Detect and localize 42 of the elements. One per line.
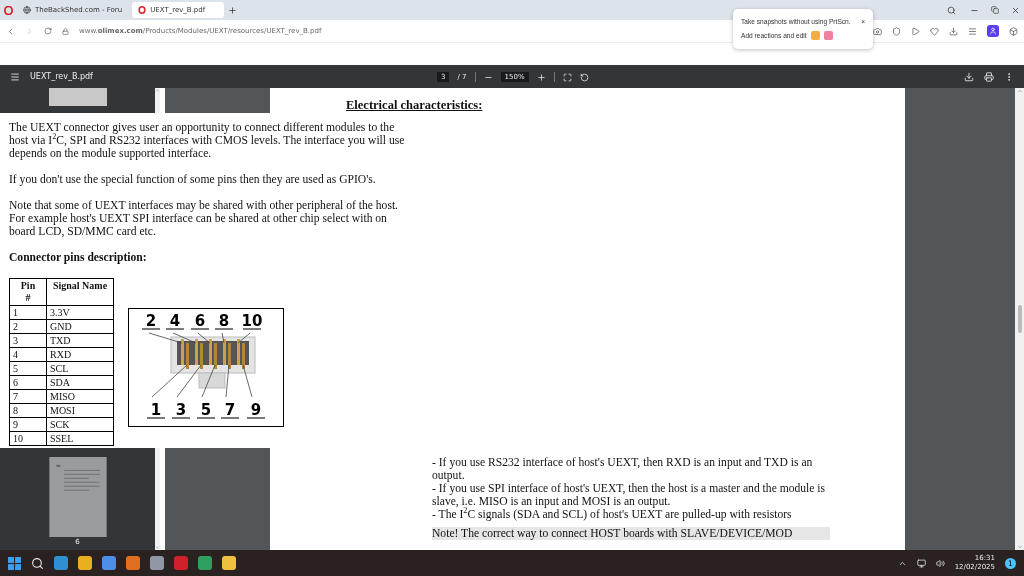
table-cell: 6 (9, 375, 47, 390)
table-cell: 7 (9, 389, 47, 404)
pin-label: 6 (190, 312, 210, 330)
paragraph: If you don't use the special function of some pins then they are used as GPIO's. (9, 173, 377, 186)
note-text: Note! The correct way to connect HOST boards with SLAVE/DEVICE/MOD (432, 527, 830, 540)
table-cell: SCK (46, 417, 114, 432)
pin-label: 2 (141, 312, 161, 330)
table-cell: 10 (9, 431, 47, 446)
section-heading: Electrical characteristics: (346, 98, 483, 113)
table-cell: 1 (9, 305, 47, 320)
subheading: Connector pins description: (9, 251, 148, 264)
table-cell: MOSI (46, 403, 114, 418)
table-cell: 4 (9, 347, 47, 362)
table-cell: 8 (9, 403, 47, 418)
column-header: Pin # (9, 278, 47, 306)
table-cell: RXD (46, 347, 114, 362)
column-header: Signal Name (46, 278, 114, 306)
table-cell: 3.3V (46, 305, 114, 320)
pin-label: 10 (241, 312, 263, 330)
pin-label: 7 (220, 401, 240, 419)
table-cell: SDA (46, 375, 114, 390)
file-name: UEXT_rev_B.pdf (30, 72, 93, 81)
table-cell: 2 (9, 319, 47, 334)
pin-label: 8 (214, 312, 234, 330)
pin-label: 5 (196, 401, 216, 419)
table-cell: TXD (46, 333, 114, 348)
bullet-text: - If you use RS232 interface of host's UEXT, then RXD is an input and TXD is an output. (432, 456, 814, 482)
paragraph: The UEXT connector gives user an opportunity to connect different modules to the host via I$^{2}$C, SPI and RS232 interfaces with CMOS levels. The interface you will use depends on the module supported interface. (9, 121, 406, 160)
bullet-text: - The I$^{2}$C signals (SDA and SCL) of host's UEXT are pulled-up with resistors (432, 508, 793, 521)
bullet-text: - If you use SPI interface of host's UEXT, then the host is a master and the module is slave, i.e. MISO is an input and MOSI is an output. (432, 482, 827, 508)
table-cell: SCL (46, 361, 114, 376)
paragraph: Note that some of UEXT interfaces may be shared with other peripheral of the host. For example host's UEXT SPI interface can be shared at other chip select with on board LCD, SD/MMC card etc. (9, 199, 400, 238)
pin-label: 4 (165, 312, 185, 330)
pin-label: 1 (146, 401, 166, 419)
table-cell: SSEL (46, 431, 114, 446)
pin-label: 9 (246, 401, 266, 419)
table-cell: 9 (9, 417, 47, 432)
table-cell: 3 (9, 333, 47, 348)
pin-label: 3 (171, 401, 191, 419)
table-cell: 5 (9, 361, 47, 376)
table-cell: GND (46, 319, 114, 334)
table-cell: MISO (46, 389, 114, 404)
